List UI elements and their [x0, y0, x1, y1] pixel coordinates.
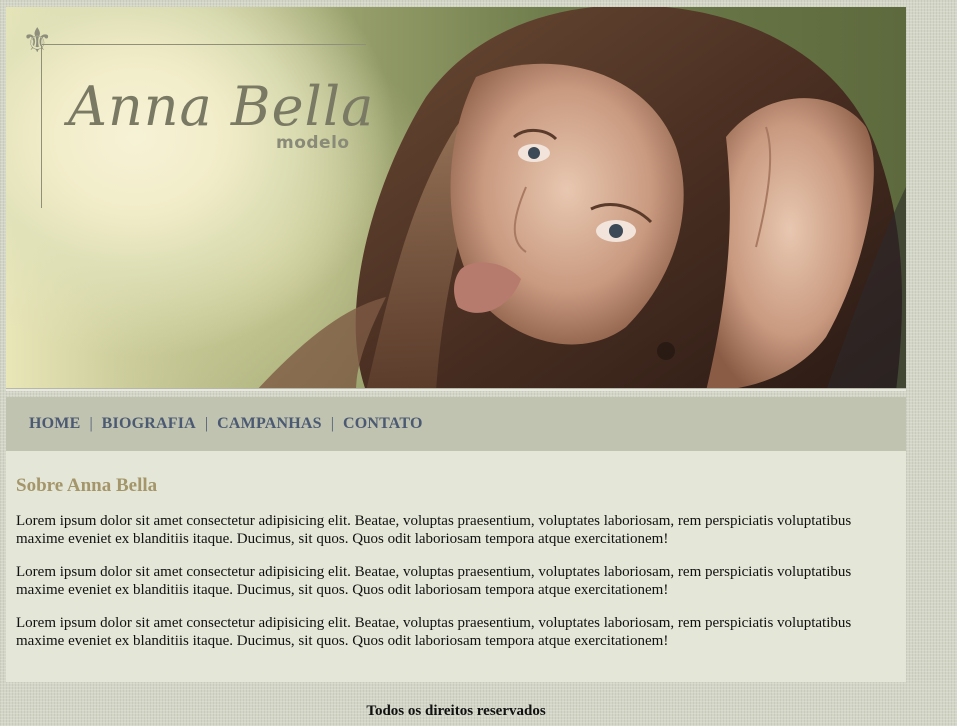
decorative-line-vertical: [41, 45, 42, 208]
section-title: Sobre Anna Bella: [16, 475, 158, 496]
hero-photo: [256, 7, 906, 391]
paragraph: Lorem ipsum dolor sit amet consectetur a…: [16, 564, 852, 598]
nav-item-campanhas[interactable]: CAMPANHAS: [217, 415, 322, 433]
nav-separator: |: [89, 415, 93, 432]
page-wrapper: ⚜ Anna Bella modelo HOME | BIOGRAFIA | C…: [6, 7, 906, 682]
nav-item-home[interactable]: HOME: [29, 415, 80, 433]
main-navigation: HOME | BIOGRAFIA | CAMPANHAS | CONTATO: [6, 397, 906, 451]
about-section: Sobre Anna Bella Lorem ipsum dolor sit a…: [6, 451, 906, 682]
brand-name: Anna Bella: [68, 75, 375, 138]
hero-divider: [6, 388, 906, 391]
footer-copyright: Todos os direitos reservados: [366, 703, 546, 719]
fleur-de-lis-icon: ⚜: [22, 21, 53, 61]
paragraph: Lorem ipsum dolor sit amet consectetur a…: [16, 513, 852, 547]
nav-item-contato[interactable]: CONTATO: [343, 415, 423, 433]
nav-separator: |: [204, 415, 209, 432]
brand-subtitle: modelo: [276, 133, 350, 153]
nav-item-biografia[interactable]: BIOGRAFIA: [102, 415, 196, 433]
decorative-line-horizontal: [42, 44, 366, 45]
hero-banner: ⚜ Anna Bella modelo: [6, 7, 906, 391]
nav-separator: |: [330, 415, 334, 432]
paragraph: Lorem ipsum dolor sit amet consectetur a…: [16, 615, 852, 649]
